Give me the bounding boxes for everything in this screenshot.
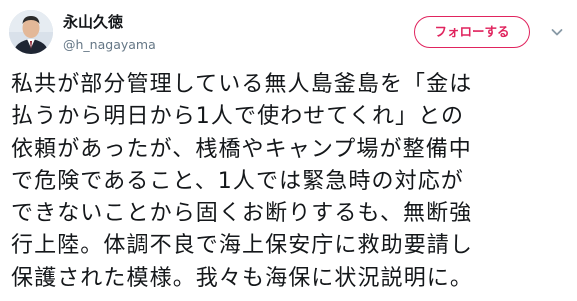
display-name[interactable]: 永山久徳: [63, 12, 383, 32]
tweet-text-line: できないことから固くお断りするも、無断強: [11, 201, 473, 227]
avatar[interactable]: [9, 10, 53, 54]
user-info: 永山久徳 @h_nagayama: [63, 12, 383, 54]
tweet-text: 私共が部分管理している無人島釜島を「金は 払うから明日から1人で使わせてくれ」と…: [11, 69, 571, 295]
tweet-text-line: 依頼があったが、桟橋やキャンプ場が整備中: [11, 136, 472, 162]
tweet-text-line: 私共が部分管理している無人島釜島を「金は: [11, 72, 473, 97]
follow-button[interactable]: フォローする: [414, 16, 530, 48]
tweet-text-line: で危険であること、1人では緊急時の対応が: [11, 168, 464, 194]
avatar-image: [9, 10, 53, 54]
tweet-header: 永山久徳 @h_nagayama フォローする: [0, 0, 577, 62]
tweet-text-line: 行上陸。体調不良で海上保安庁に救助要請し: [11, 233, 474, 259]
tweet-card: 永山久徳 @h_nagayama フォローする 私共が部分管理している無人島釜島…: [0, 0, 577, 301]
tweet-text-line: 払うから明日から1人で使わせてくれ」との: [11, 104, 465, 130]
chevron-down-icon[interactable]: [549, 24, 565, 40]
user-handle[interactable]: @h_nagayama: [63, 36, 383, 54]
tweet-text-line: 保護された模様。我々も海保に状況説明に。: [11, 265, 474, 291]
